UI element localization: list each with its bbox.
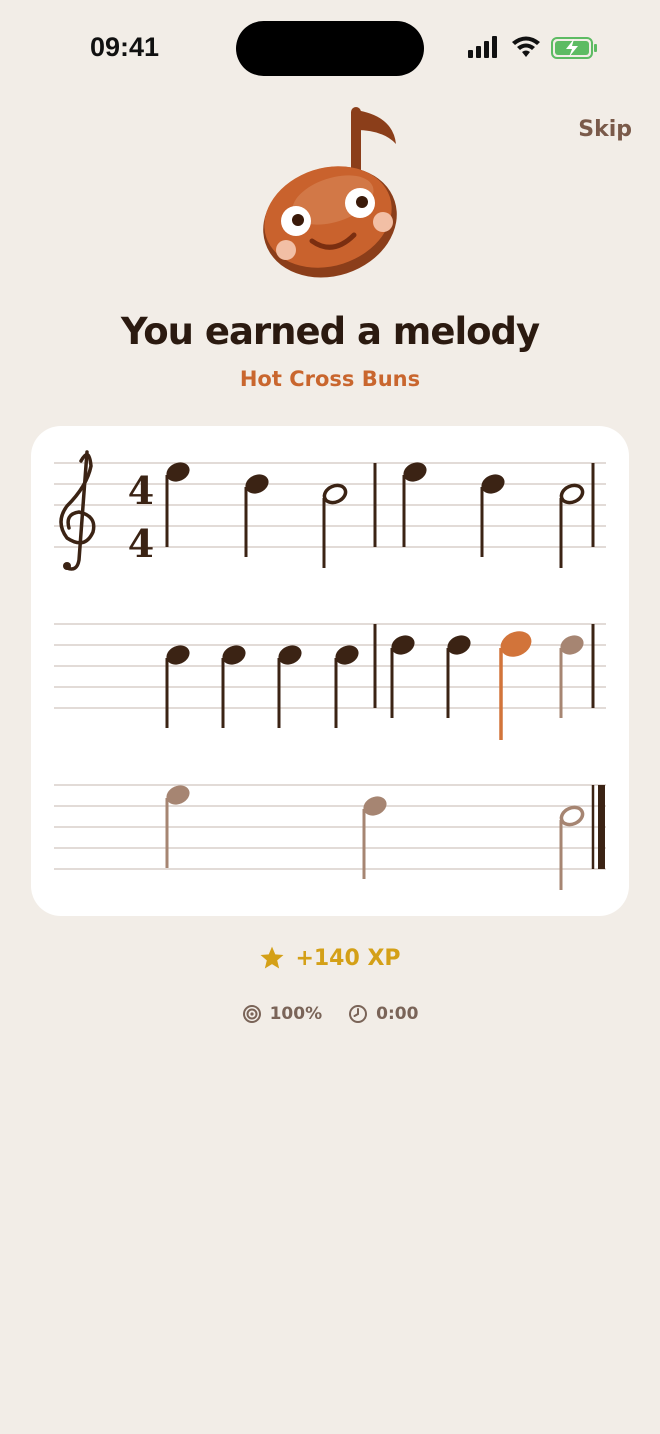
note-2-4 <box>334 645 359 728</box>
xp-reward: +140 XP <box>0 945 660 971</box>
battery-charging-icon <box>551 37 597 59</box>
status-icons <box>468 36 597 59</box>
note-3-2 <box>362 796 387 879</box>
note-3-1 <box>165 785 190 868</box>
note-1-5 <box>480 474 505 557</box>
treble-clef-icon <box>59 450 96 571</box>
note-2-2 <box>221 645 246 728</box>
signal-icon <box>468 36 497 58</box>
skip-button[interactable]: Skip <box>578 117 632 142</box>
note-2-7-current <box>499 631 532 740</box>
note-2-6 <box>446 635 471 718</box>
accuracy-value: 100% <box>269 1004 323 1024</box>
time-signature-top: 4 <box>128 468 154 513</box>
status-bar: 09:41 <box>0 0 660 96</box>
clock-icon <box>349 1005 368 1023</box>
note-1-1 <box>165 462 190 547</box>
time-value: 0:00 <box>376 1004 419 1024</box>
time-stat: 0:00 <box>348 1004 418 1024</box>
music-note-mascot-icon <box>263 107 397 278</box>
xp-label: +140 XP <box>295 945 401 971</box>
staff-system-3 <box>54 784 606 870</box>
note-1-2 <box>244 474 269 557</box>
status-time: 09:41 <box>90 32 160 62</box>
song-name: Hot Cross Buns <box>239 367 421 391</box>
stats-row: 100% 0:00 <box>0 1004 660 1024</box>
note-2-8 <box>559 635 584 718</box>
note-1-4 <box>402 462 427 547</box>
note-1-3 <box>322 483 348 568</box>
sheet-music: 4 4 <box>54 450 606 890</box>
note-2-3 <box>277 645 302 728</box>
target-icon <box>242 1005 261 1023</box>
star-icon <box>260 946 284 969</box>
reward-title: You earned a melody <box>120 310 540 353</box>
sheet-music-card: 4 4 <box>31 426 629 916</box>
note-3-3 <box>559 805 585 890</box>
dynamic-island <box>236 21 424 76</box>
note-1-6 <box>559 483 585 568</box>
note-2-5 <box>390 635 415 718</box>
accuracy-stat: 100% <box>242 1004 323 1024</box>
wifi-icon <box>512 36 540 57</box>
time-signature-bottom: 4 <box>128 521 154 566</box>
note-2-1 <box>165 645 190 728</box>
